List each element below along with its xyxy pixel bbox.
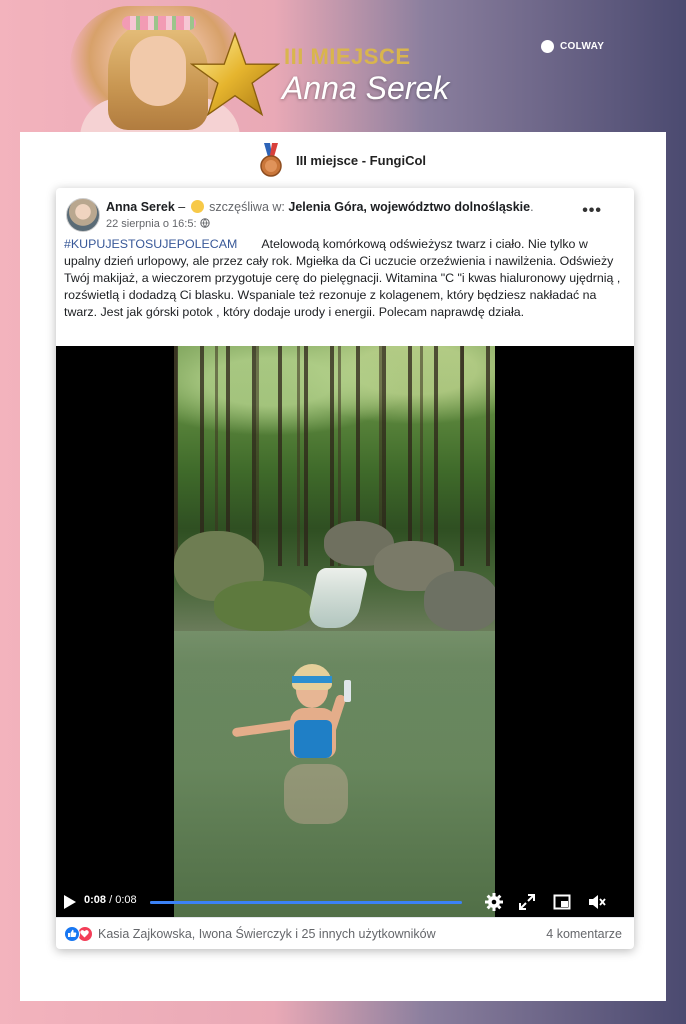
bronze-medal-icon bbox=[260, 143, 282, 177]
facebook-post: Anna Serek – szczęśliwa w: Jelenia Góra,… bbox=[56, 188, 634, 949]
author-name[interactable]: Anna Serek bbox=[106, 200, 175, 214]
author-avatar[interactable] bbox=[66, 198, 100, 232]
hashtag-link[interactable]: #KUPUJESTOSUJEPOLECAM bbox=[64, 237, 237, 251]
feeling-separator: – bbox=[174, 200, 189, 214]
header-banner: III MIEJSCE Anna Serek COLWAY bbox=[0, 0, 686, 138]
location-suffix: . bbox=[530, 200, 534, 214]
content-card: III miejsce - FungiCol Anna Serek – szcz… bbox=[20, 132, 666, 1001]
brand-logo: COLWAY bbox=[541, 40, 604, 53]
settings-gear-icon[interactable] bbox=[484, 892, 504, 912]
award-title: III miejsce - FungiCol bbox=[295, 152, 427, 168]
duration: 0:08 bbox=[115, 894, 137, 906]
feeling-label: szczęśliwa w: bbox=[209, 200, 285, 214]
video-time: 0:08 / 0:08 bbox=[84, 894, 137, 906]
like-reaction-icon[interactable] bbox=[64, 926, 80, 942]
post-text: #KUPUJESTOSUJEPOLECAM Atelowodą komórkow… bbox=[64, 236, 624, 321]
play-icon[interactable] bbox=[64, 895, 76, 909]
gold-star-icon bbox=[190, 31, 280, 117]
mute-icon[interactable] bbox=[587, 892, 607, 912]
post-meta: 22 sierpnia o 16:5: bbox=[106, 218, 210, 230]
reactions-bar: Kasia Zajkowska, Iwona Świerczyk i 25 in… bbox=[56, 917, 634, 949]
brand-dot-icon bbox=[541, 40, 554, 53]
video-player[interactable]: 0:08 / 0:08 bbox=[56, 346, 634, 917]
fullscreen-icon[interactable] bbox=[517, 892, 537, 912]
place-title: III MIEJSCE bbox=[284, 44, 411, 69]
post-header: Anna Serek – szczęśliwa w: Jelenia Góra,… bbox=[66, 196, 626, 236]
picture-in-picture-icon[interactable] bbox=[552, 892, 572, 912]
post-header-line: Anna Serek – szczęśliwa w: Jelenia Góra,… bbox=[106, 200, 534, 214]
comments-count[interactable]: 4 komentarze bbox=[546, 927, 622, 941]
location-link[interactable]: Jelenia Góra, województwo dolnośląskie bbox=[288, 200, 530, 214]
globe-icon bbox=[199, 218, 210, 230]
winner-name: Anna Serek bbox=[282, 70, 450, 106]
video-frame[interactable] bbox=[174, 346, 495, 917]
award-row: III miejsce - FungiCol bbox=[20, 142, 666, 178]
post-date[interactable]: 22 sierpnia o 16:5: bbox=[106, 218, 197, 230]
video-progress-fill bbox=[150, 901, 462, 904]
video-progress-bar[interactable] bbox=[150, 901, 462, 904]
more-options-button[interactable]: ••• bbox=[582, 202, 602, 220]
current-time: 0:08 bbox=[84, 894, 107, 906]
brand-name: COLWAY bbox=[560, 41, 605, 52]
swimmer-figure bbox=[231, 664, 392, 844]
time-separator: / bbox=[106, 894, 116, 906]
reactions-names[interactable]: Kasia Zajkowska, Iwona Świerczyk i 25 in… bbox=[98, 927, 436, 941]
video-controls: 0:08 / 0:08 bbox=[56, 885, 634, 917]
smile-emoji-icon bbox=[190, 200, 204, 213]
